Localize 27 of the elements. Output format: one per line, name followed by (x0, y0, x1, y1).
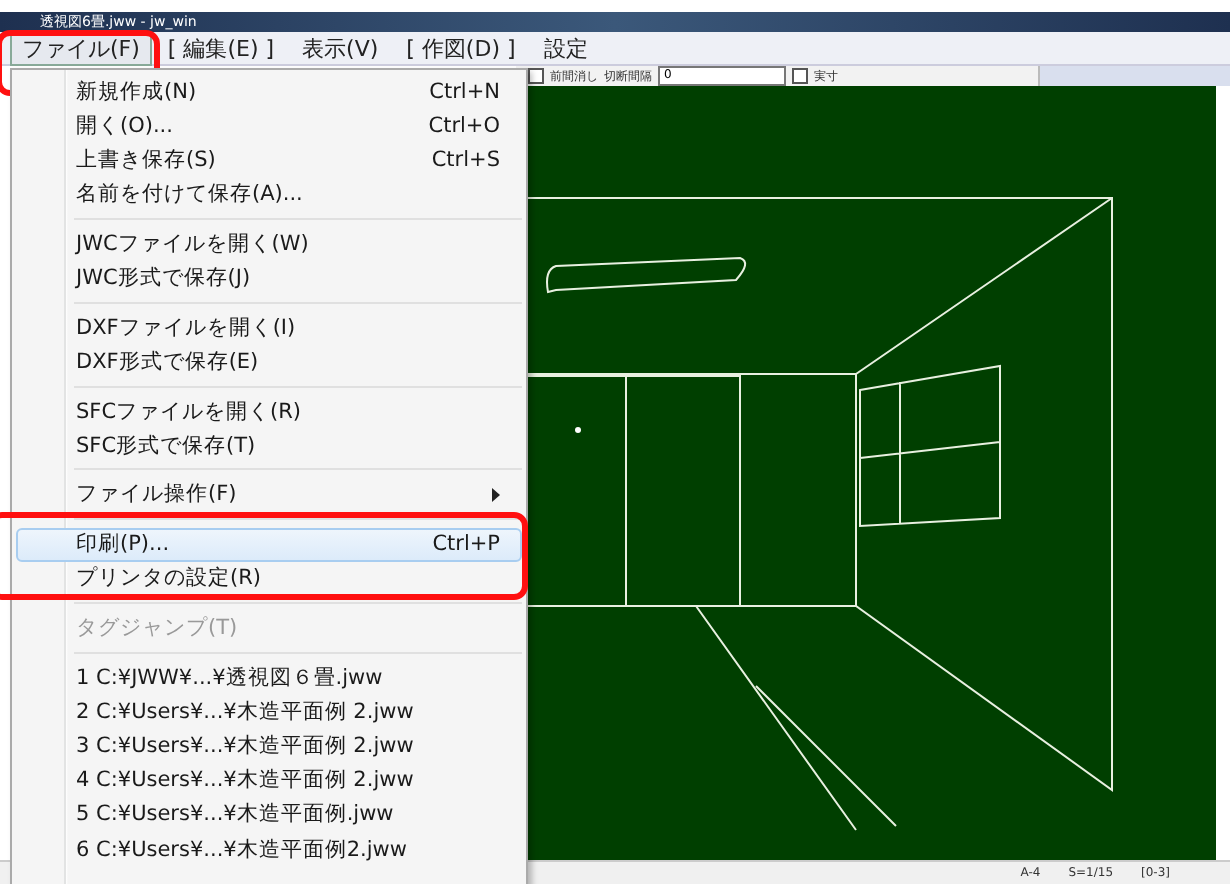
menu-item[interactable]: 上書き保存(S) Ctrl+S (16, 142, 522, 178)
menu-item[interactable]: 新規作成(N) Ctrl+N (16, 74, 522, 109)
menu-item[interactable]: 開く(O)... Ctrl+O (16, 108, 522, 143)
submenu-arrow-icon (492, 487, 500, 502)
menu-item[interactable]: JWC形式で保存(J) (16, 260, 522, 296)
menu-item[interactable]: 印刷(P)... Ctrl+P (16, 527, 522, 562)
menu-item[interactable]: ファイル操作(F) (16, 477, 522, 513)
menu-item[interactable]: 3 C:¥Users¥...¥木造平面例 2.jww (16, 729, 522, 764)
menu-item[interactable]: DXF形式で保存(E) (16, 344, 522, 379)
checkbox[interactable] (792, 68, 808, 85)
menu-item[interactable]: 表示(V) (290, 31, 391, 66)
menu-item[interactable]: 2 C:¥Users¥...¥木造平面例 2.jww (16, 694, 522, 729)
menu-item[interactable]: 4 C:¥Users¥...¥木造平面例 2.jww (16, 763, 522, 798)
menu-item[interactable]: DXFファイルを開く(I) (16, 310, 522, 345)
menu-item[interactable]: 5 C:¥Users¥...¥木造平面例.jww (16, 797, 522, 833)
menu-item[interactable]: プリンタの設定(R) (16, 561, 522, 596)
menu-item[interactable]: 1 C:¥JWW¥...¥透視図６畳.jww (16, 660, 522, 695)
menu-item[interactable]: [ 編集(E) ] (155, 31, 287, 66)
checkbox[interactable] (528, 68, 544, 85)
menu-item[interactable]: SFCファイルを開く(R) (16, 394, 522, 429)
menu-item[interactable]: 名前を付けて保存(A)... (16, 177, 522, 212)
menu-item[interactable]: 設定 (531, 31, 600, 66)
menu-item[interactable]: SFC形式で保存(T) (16, 428, 522, 463)
menu-item[interactable]: [ 作図(D) ] (394, 31, 528, 66)
point-marker (575, 427, 581, 434)
menu-item[interactable]: JWCファイルを開く(W) (16, 226, 522, 261)
menu-item[interactable]: 6 C:¥Users¥...¥木造平面例2.jww (16, 832, 522, 867)
